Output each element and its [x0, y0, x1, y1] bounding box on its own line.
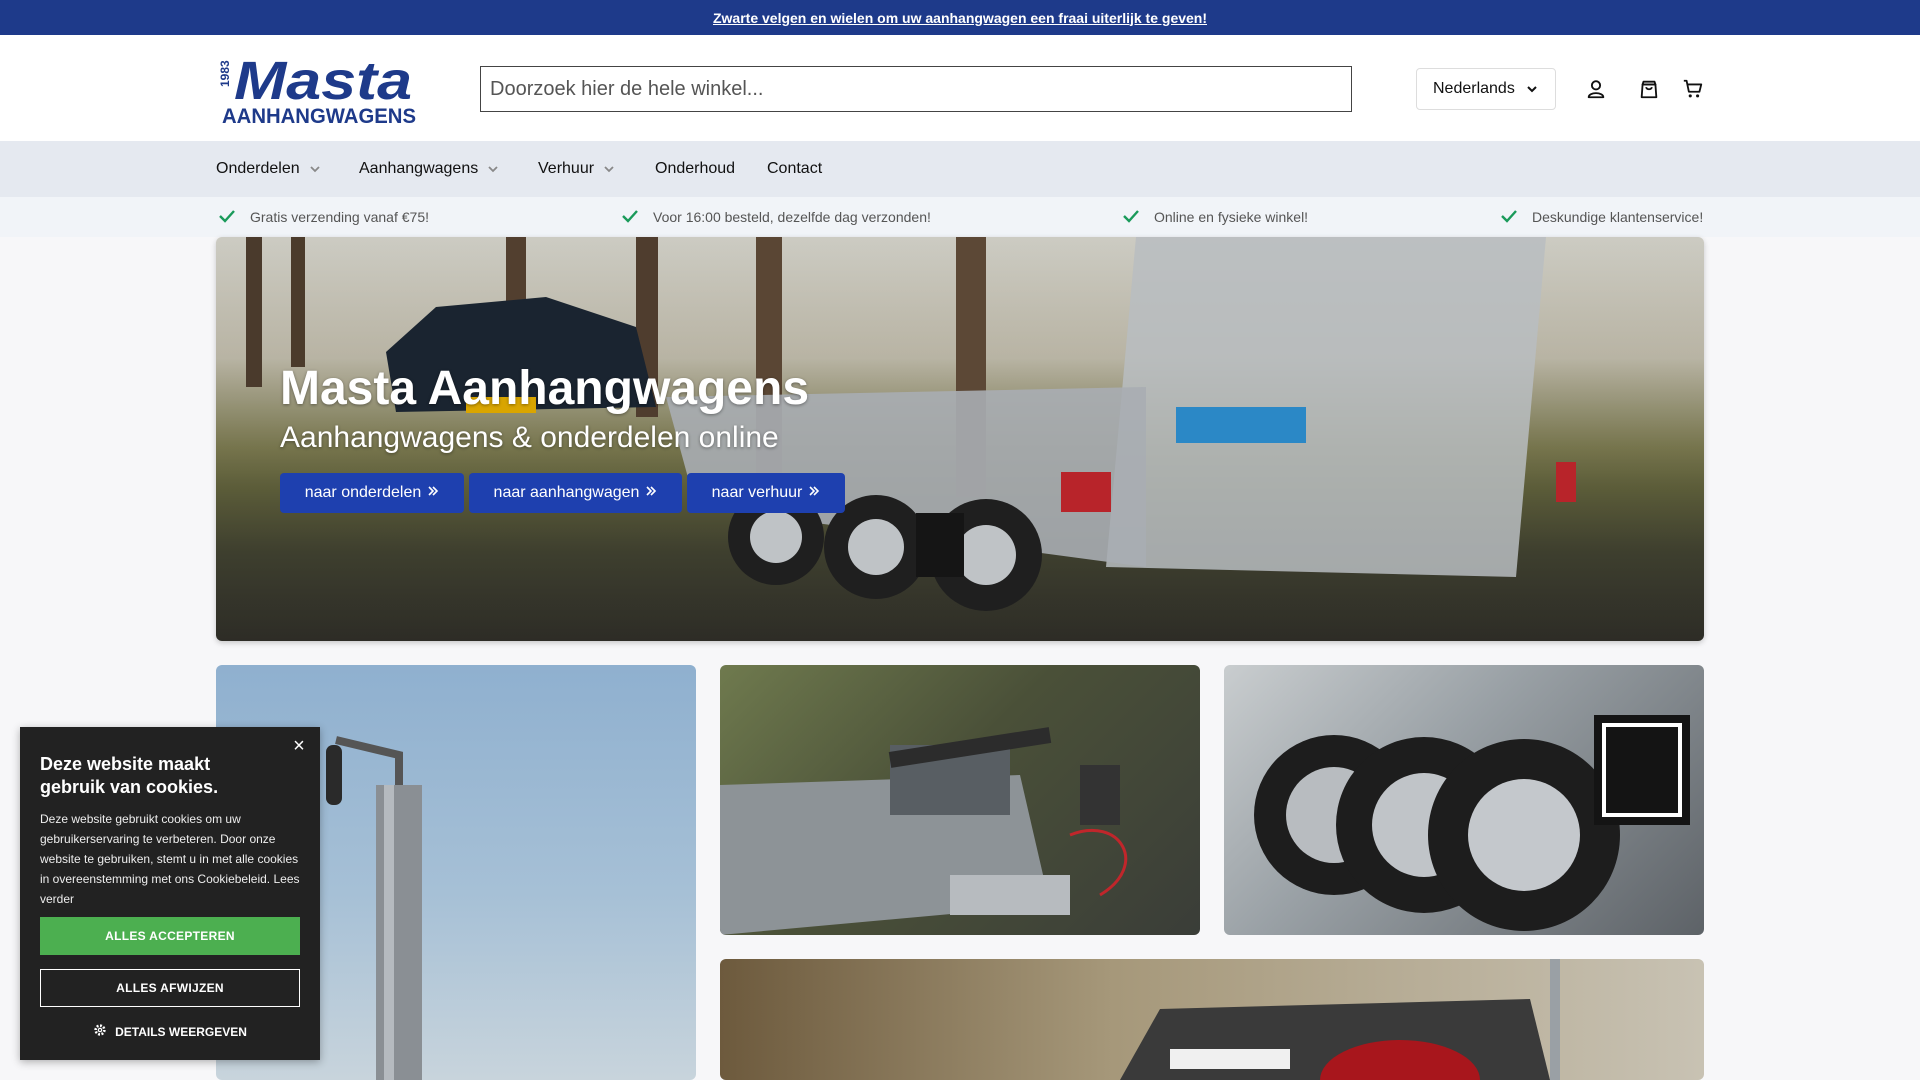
cookie-text: Deze website gebruikt cookies om uw gebr… — [40, 812, 300, 906]
close-icon[interactable]: × — [290, 736, 308, 756]
tile-image — [1254, 715, 1690, 931]
usp-item: Online en fysieke winkel! — [1122, 197, 1308, 237]
show-details-button[interactable]: DETAILS WEERGEVEN — [40, 1023, 300, 1040]
search-input[interactable] — [480, 66, 1352, 112]
chevron-down-icon — [308, 162, 322, 176]
nav-item-onderhoud[interactable]: Onderhoud — [655, 141, 735, 197]
gear-icon — [93, 1023, 107, 1040]
onderdelen-button[interactable]: naar onderdelen — [280, 473, 464, 513]
aanhangwagen-button[interactable]: naar aanhangwagen — [469, 473, 682, 513]
chevron-down-icon — [486, 162, 500, 176]
user-icon[interactable] — [1583, 76, 1609, 102]
language-selected: Nederlands — [1433, 80, 1515, 97]
tile-image — [720, 727, 1128, 935]
chevron-down-icon — [1525, 82, 1539, 96]
announcement-bar: Zwarte velgen en wielen om uw aanhangwag… — [0, 0, 1920, 35]
usp-item: Voor 16:00 besteld, dezelfde dag verzond… — [621, 197, 931, 237]
tile-image — [1120, 959, 1560, 1080]
nav-item-label: Verhuur — [538, 160, 595, 177]
double-chevron-right-icon — [427, 484, 439, 502]
site-header: 1983 Masta AANHANGWAGENS Nederlands — [0, 35, 1920, 141]
shopping-bag-icon[interactable] — [1636, 76, 1662, 102]
masta-logo[interactable]: 1983 Masta AANHANGWAGENS — [216, 51, 418, 128]
cookie-title: Deze website maakt gebruik van cookies. — [40, 754, 219, 797]
logo-brand: Masta — [234, 53, 412, 111]
chevron-down-icon — [602, 162, 616, 176]
double-chevron-right-icon — [645, 484, 657, 502]
nav-item-aanhangwagens[interactable]: Aanhangwagens — [359, 141, 500, 197]
cookie-banner: × Deze website maakt gebruik van cookies… — [20, 727, 320, 1060]
nav-item-label: Aanhangwagens — [359, 160, 479, 177]
hero-subtitle: Aanhangwagens & onderdelen online — [280, 421, 779, 454]
usp-bar: Gratis verzending vanaf €75! Voor 16:00 … — [0, 197, 1920, 237]
nav-item-label: Onderdelen — [216, 160, 300, 177]
main-nav: Onderdelen Aanhangwagens Verhuur Onderho… — [0, 141, 1920, 197]
usp-item: Deskundige klantenservice! — [1500, 197, 1703, 237]
hero-banner: Masta Aanhangwagens Aanhangwagens & onde… — [216, 237, 1704, 641]
nav-item-onderdelen[interactable]: Onderdelen — [216, 141, 322, 197]
tile-wheels[interactable] — [1224, 665, 1704, 935]
language-select[interactable]: Nederlands — [1416, 68, 1556, 110]
nav-item-label: Contact — [767, 160, 823, 177]
logo-tagline: AANHANGWAGENS — [222, 105, 416, 125]
tile-lights[interactable] — [720, 959, 1704, 1080]
nav-item-label: Onderhoud — [655, 160, 736, 177]
check-icon — [1500, 209, 1518, 226]
nav-item-verhuur[interactable]: Verhuur — [538, 141, 616, 197]
tile-coupling[interactable] — [720, 665, 1200, 935]
check-icon — [621, 209, 639, 226]
accept-all-button[interactable]: ALLES ACCEPTEREN — [40, 917, 300, 955]
double-chevron-right-icon — [808, 484, 820, 502]
cart-icon[interactable] — [1680, 76, 1706, 102]
hero-title: Masta Aanhangwagens — [280, 362, 810, 415]
check-icon — [1122, 209, 1140, 226]
check-icon — [218, 209, 236, 226]
announcement-link[interactable]: Zwarte velgen en wielen om uw aanhangwag… — [713, 10, 1207, 26]
reject-all-button[interactable]: ALLES AFWIJZEN — [40, 969, 300, 1007]
verhuur-button[interactable]: naar verhuur — [687, 473, 845, 513]
nav-item-contact[interactable]: Contact — [767, 141, 822, 197]
logo-year: 1983 — [218, 60, 232, 87]
usp-item: Gratis verzending vanaf €75! — [218, 197, 429, 237]
